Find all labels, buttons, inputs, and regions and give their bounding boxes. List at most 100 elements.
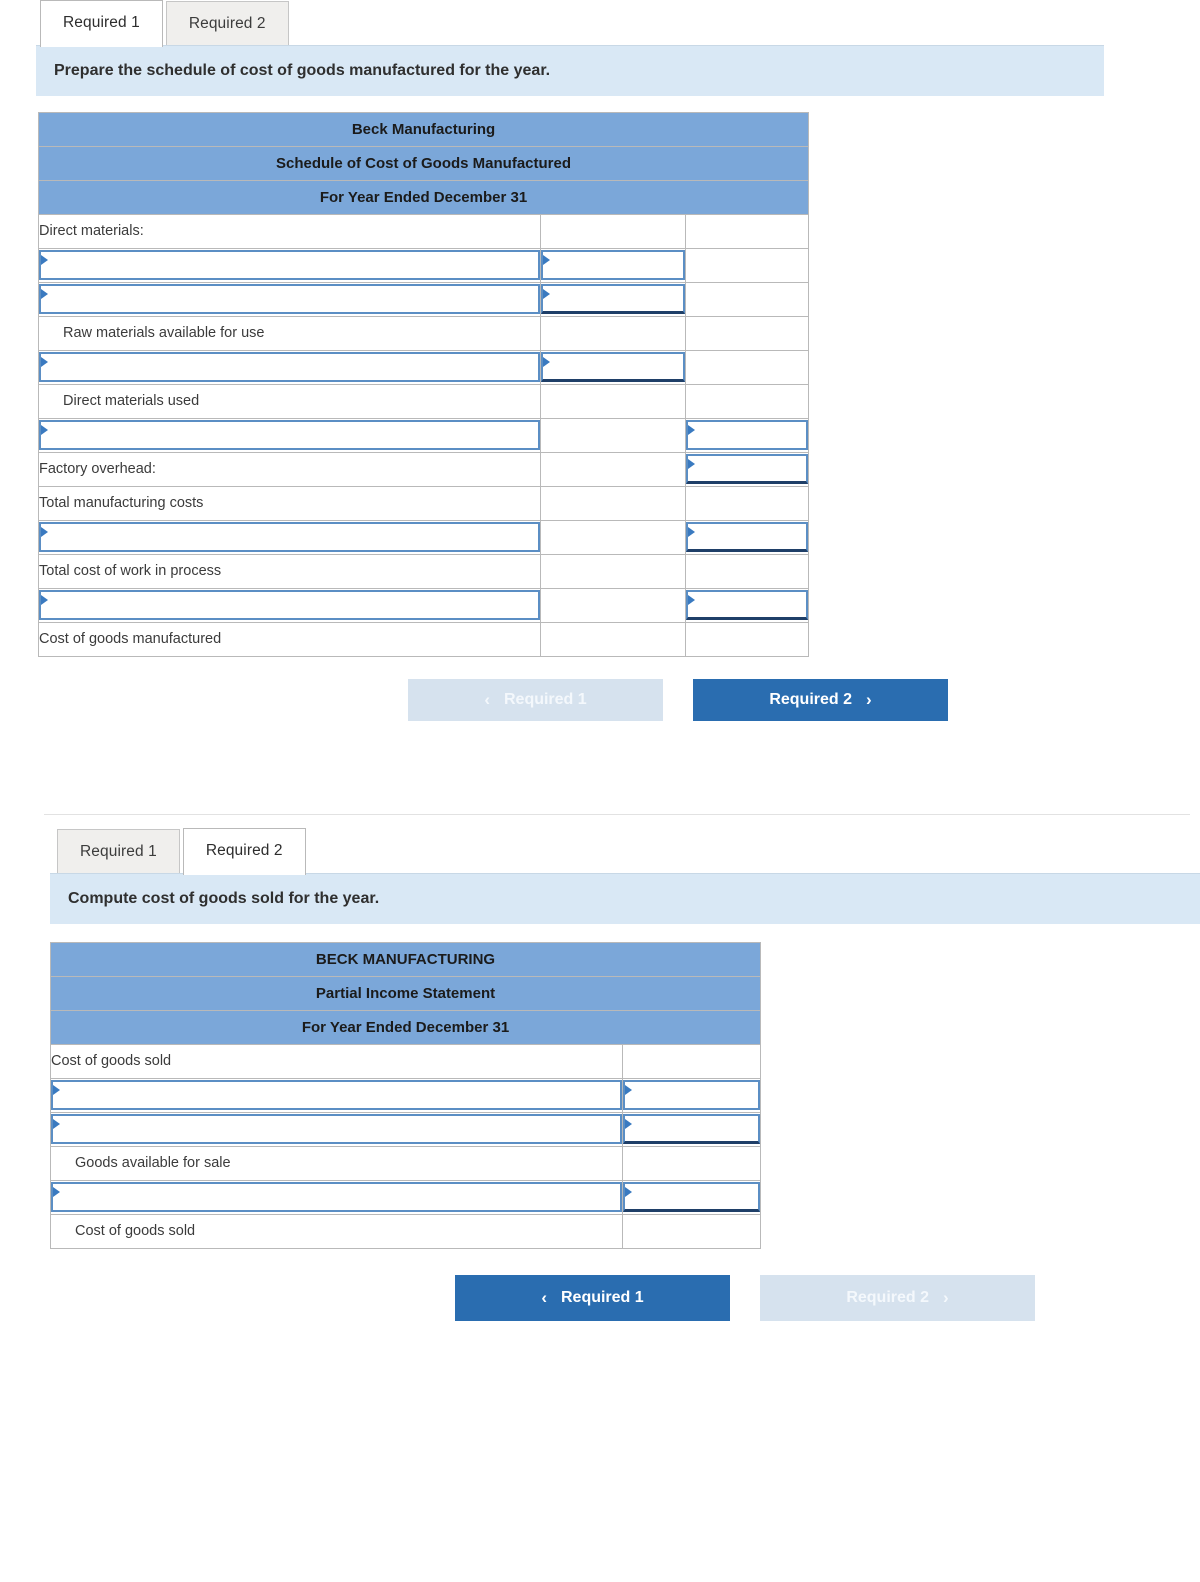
panel2-row-6-label: Cost of goods sold [50,1213,623,1249]
dropdown-caret-icon [41,527,48,537]
panel1-title-row: Schedule of Cost of Goods Manufactured [37,145,810,181]
chevron-left-icon: ‹ [541,1288,547,1307]
panel2-tab-label: Required 2 [205,842,283,859]
panel2-row-1-amount-1-empty-cell [621,1043,762,1079]
panel2-row-5-account-select[interactable] [51,1182,622,1212]
panel1-row-7-account-select[interactable] [39,420,540,450]
panel2-title-line-3: For Year Ended December 31 [49,1009,762,1045]
panel1-tab-label: Required 1 [63,14,140,31]
panel2-tab-1[interactable]: Required 1 [57,829,180,873]
panel1-tab-1[interactable]: Required 1 [40,0,163,47]
table-row [50,1077,762,1113]
panel1-row-10-amount-2[interactable] [686,522,809,552]
panel1-row-9-amount-1-empty-cell [540,485,686,521]
panel1-prev-label: Required 1 [503,690,587,708]
table-row: Factory overhead: [38,451,810,487]
chevron-right-icon: › [866,690,872,709]
panel2-next-required-2-button[interactable]: Required 2 › [760,1274,1035,1321]
table-row: Direct materials: [38,213,810,249]
dropdown-caret-icon [53,1085,60,1095]
panel1-row-4-amount-2-empty-cell [684,315,810,351]
panel1-row-4-amount-1-empty-cell [540,315,686,351]
dropdown-caret-icon [688,425,695,435]
panel2-prev-required-1-button[interactable]: ‹ Required 1 [455,1274,730,1321]
panel1-row-2-amount-1[interactable] [541,250,685,280]
panel1-row-3-amount-2-empty-cell [684,281,810,317]
panel1-title-line-2: Schedule of Cost of Goods Manufactured [37,145,810,181]
panel1-next-label: Required 2 [769,690,852,708]
dropdown-caret-icon [41,357,48,367]
panel1-row-2-account-select[interactable] [39,250,540,280]
panel2-row-3-amount-1[interactable] [623,1114,761,1144]
panel1-instruction-banner: Prepare the schedule of cost of goods ma… [36,44,1104,96]
panel1-row-1-label: Direct materials: [38,213,541,249]
panel2-next-label: Required 2 [846,1288,929,1306]
panel2-title-row: BECK MANUFACTURING [49,941,762,977]
panel1-row-5-account-select[interactable] [39,352,540,382]
panel1-row-8-amount-2[interactable] [686,454,809,484]
table-row: Cost of goods sold [50,1043,762,1079]
panel1-prev-required-1-button[interactable]: ‹ Required 1 [408,678,663,721]
panel1-title-row: Beck Manufacturing [37,111,810,147]
panel1-row-11-amount-2-empty-cell [684,553,810,589]
panel2-row-2-amount-1[interactable] [623,1080,761,1110]
dropdown-caret-icon [53,1187,60,1197]
partial-income-statement-table: BECK MANUFACTURING Partial Income Stateme… [49,941,762,1249]
table-row [50,1179,762,1215]
dropdown-caret-icon [41,255,48,265]
panel2-row-4-amount-1-empty-cell [621,1145,762,1181]
schedule-of-cost-of-goods-manufactured-table: Beck Manufacturing Schedule of Cost of Go… [37,111,810,657]
panel1-row-4-label: Raw materials available for use [38,315,541,351]
panel2-row-2-account-select[interactable] [51,1080,622,1110]
panel1-row-5-amount-2-empty-cell [684,349,810,385]
chevron-right-icon: › [943,1288,949,1307]
panel2-row-5-amount-1[interactable] [623,1182,761,1212]
panel2-title-line-1: BECK MANUFACTURING [49,941,762,977]
panel1-row-1-amount-2-empty-cell [684,213,810,249]
dropdown-caret-icon [625,1119,632,1129]
table-row [38,417,810,453]
panel2-nav-buttons: ‹ Required 1 Required 2 › [455,1274,1200,1321]
panel1-title-line-3: For Year Ended December 31 [37,179,810,215]
panel1-row-2-amount-2-empty-cell [684,247,810,283]
panel2-title-row: Partial Income Statement [49,975,762,1011]
panel1-row-5-amount-1[interactable] [541,352,685,382]
panel1-title-line-1: Beck Manufacturing [37,111,810,147]
panel2-row-6-amount-1-total-cell [621,1213,762,1249]
table-row [38,519,810,555]
dropdown-caret-icon [688,459,695,469]
panel1-row-1-amount-1-empty-cell [540,213,686,249]
dropdown-caret-icon [41,425,48,435]
panel2-tab-2[interactable]: Required 2 [182,828,306,875]
panel1-row-3-amount-1[interactable] [541,284,685,314]
panel2-row-3-account-select[interactable] [51,1114,622,1144]
panel1-row-12-account-select[interactable] [39,590,540,620]
dropdown-caret-icon [543,289,550,299]
panel1-row-10-amount-1-empty-cell [540,519,686,555]
table-row: Raw materials available for use [38,315,810,351]
dropdown-caret-icon [41,595,48,605]
panel1-row-9-amount-2-empty-cell [684,485,810,521]
panel1-row-7-amount-1-empty-cell [540,417,686,453]
dropdown-caret-icon [688,527,695,537]
panel1-title-row: For Year Ended December 31 [37,179,810,215]
panel1-nav-buttons: ‹ Required 1 Required 2 › [408,678,1200,721]
panel1-row-7-amount-2[interactable] [686,420,809,450]
required-2-panel: Required 1 Required 2 Compute cost of goo… [0,828,1200,1321]
panel1-row-12-amount-2[interactable] [686,590,809,620]
panel2-prev-label: Required 1 [560,1288,644,1306]
table-row: Cost of goods manufactured [38,621,810,657]
panel1-row-3-account-select[interactable] [39,284,540,314]
panel1-row-9-label: Total manufacturing costs [38,485,541,521]
dropdown-caret-icon [53,1119,60,1129]
dropdown-caret-icon [543,357,550,367]
panel1-row-10-account-select[interactable] [39,522,540,552]
panel1-row-6-label: Direct materials used [38,383,541,419]
panel1-tab-label: Required 2 [188,15,266,32]
table-row [38,349,810,385]
panel2-title-line-2: Partial Income Statement [49,975,762,1011]
panel1-tab-2[interactable]: Required 2 [165,1,289,45]
table-row: Total manufacturing costs [38,485,810,521]
panel1-next-required-2-button[interactable]: Required 2 › [693,678,948,721]
panel2-row-4-label: Goods available for sale [50,1145,623,1181]
